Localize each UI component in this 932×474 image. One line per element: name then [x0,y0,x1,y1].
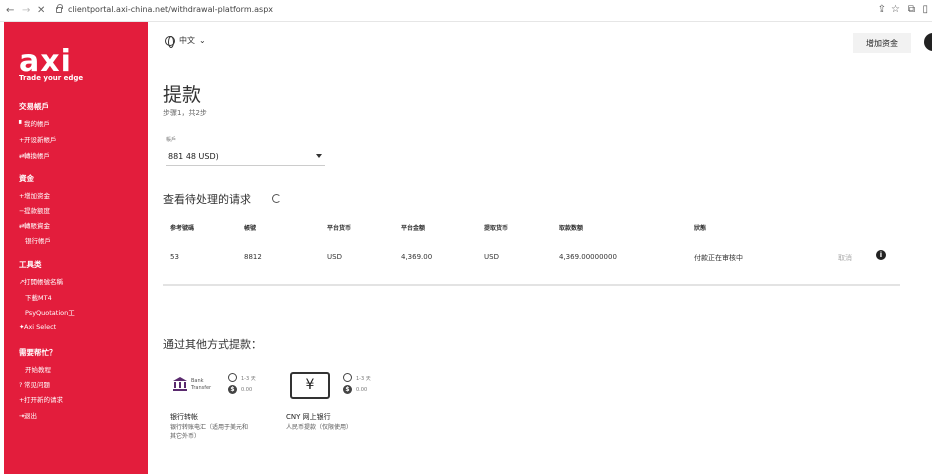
sidebar-item-label: Axi Select [24,323,57,331]
sidebar-item-label: 退出 [24,412,37,420]
method-name: CNY 网上银行 [286,413,331,421]
page-title: 提款 [163,84,202,106]
sidebar-item-label: 常见问题 [24,381,50,389]
sidebar-item-label: 轉賬資金 [24,222,50,230]
sidebar-section-help: 需要帮忙？ [19,348,57,357]
sidebar-item-label: PsyQuotation工 [25,309,75,317]
forward-icon[interactable]: → [22,5,30,17]
extensions-icon[interactable]: ⧉ [908,4,915,15]
sidebar-item-label: 开设新帳戶 [24,136,57,144]
lock-icon [56,4,63,13]
cell-platform-amount: 4,369.00 [401,253,433,261]
other-methods-title: 通过其他方式提款： [163,338,262,351]
deposit-button[interactable]: 增加资金 [853,33,911,53]
share-icon[interactable]: ⇪ [878,4,886,15]
logo-tagline: Trade your edge [19,74,84,82]
browser-toolbar: ← → ✕ clientportal.axi-china.net/withdra… [0,0,932,22]
fee: 0.00 [356,387,368,393]
account-select[interactable]: 881 48 USD) [166,148,325,166]
sidebar-item-label: 我的帳戶 [24,120,50,128]
cancel-request-link[interactable]: 取消 [838,253,852,263]
sidepanel-icon[interactable]: ▯ [922,4,928,15]
column-header-platform-amount: 平台金额 [401,225,426,232]
sidebar-item-convert-account[interactable]: ⇄轉換帳戶 [19,150,50,160]
column-header-status: 狀態 [694,225,707,232]
processing-time: 1-3 天 [356,376,371,382]
sidebar-section-trading-accounts: 交易帳戶 [19,102,49,111]
cell-reference: 53 [170,253,179,261]
column-header-account: 帳號 [244,225,257,232]
sidebar-item-tutorial[interactable]: 开始教程 [25,364,51,374]
avatar[interactable] [924,33,932,51]
column-header-withdraw-currency: 提取货币 [484,225,509,232]
sidebar-item-label: 银行帳戶 [25,237,51,245]
sidebar-item-label: 开始教程 [25,366,51,374]
sidebar-item-label: 提款额度 [24,207,50,215]
sidebar-item-my-accounts[interactable]: ▘我的帳戶 [19,118,50,128]
address-bar[interactable]: clientportal.axi-china.net/withdrawal-pl… [68,5,273,14]
chevron-down-icon: ⌄ [199,36,206,45]
back-icon[interactable]: ← [6,5,14,17]
column-header-withdraw-amount: 取款数额 [559,225,584,232]
sidebar-item-transfer[interactable]: ⇄轉賬資金 [19,220,50,230]
cell-withdraw-currency: USD [484,253,499,261]
sidebar: axi Trade your edge 交易帳戶 ▘我的帳戶 +开设新帳戶 ⇄轉… [4,22,148,474]
account-label: 帳戶 [166,137,177,143]
sidebar-item-label: 打開帳號名稱 [24,278,63,286]
step-indicator: 步骤1，共2步 [163,109,207,117]
sidebar-item-label: 轉換帳戶 [24,152,50,160]
language-label: 中文 [179,36,195,45]
sidebar-item-new-request[interactable]: +打开新的请求 [19,394,63,404]
bank-transfer-logo-text: Bank Transfer [191,378,212,391]
sidebar-item-label: 下載MT4 [25,294,52,302]
cell-status: 付款正在审核中 [694,254,743,262]
cell-withdraw-amount: 4,369.00000000 [559,253,617,261]
close-icon[interactable]: ✕ [37,5,45,17]
info-icon[interactable]: i [876,250,886,260]
dollar-coin-icon: $ [343,385,352,394]
cell-platform-currency: USD [327,253,342,261]
clock-icon [343,373,352,382]
method-description: 人民币提款（仅限使用） [286,424,353,431]
divider [163,284,900,286]
column-header-reference: 参考號碼 [170,225,195,232]
sidebar-section-funds: 資金 [19,174,34,183]
pending-requests-title: 查看待处理的请求 [163,193,251,206]
sidebar-item-logout[interactable]: ⇥退出 [19,410,37,420]
sidebar-item-open-account-name[interactable]: ↗打開帳號名稱 [19,276,63,286]
sidebar-item-deposit[interactable]: +增加资金 [19,190,50,200]
method-name: 银行转帐 [170,413,198,421]
bank-icon [173,377,187,391]
sidebar-item-withdraw[interactable]: −提款额度 [19,205,50,215]
sidebar-item-download-mt4[interactable]: 下載MT4 [25,292,52,302]
clock-icon [228,373,237,382]
globe-icon [165,35,175,48]
processing-time: 1-3 天 [241,376,256,382]
method-description: 银行转账电汇（适用于美元和其它外币） [170,424,249,440]
column-header-platform-currency: 平台货币 [327,225,352,232]
sidebar-section-tools: 工具类 [19,260,42,269]
sidebar-item-axi-select[interactable]: ✦Axi Select [19,323,56,331]
sidebar-item-open-account[interactable]: +开设新帳戶 [19,134,57,144]
language-selector[interactable]: 中文 ⌄ [165,35,206,48]
sidebar-item-psyquotation[interactable]: PsyQuotation工 [25,307,75,317]
caret-down-icon [316,154,322,158]
dollar-coin-icon: $ [228,385,237,394]
refresh-icon[interactable] [272,194,281,203]
sidebar-item-label: 增加资金 [24,192,50,200]
sidebar-item-bank-accounts[interactable]: 银行帳戶 [25,235,51,245]
yen-icon: ¥ [290,372,330,399]
account-select-value: 881 48 USD) [168,152,219,161]
sidebar-item-label: 打开新的请求 [24,396,63,404]
sidebar-item-faq[interactable]: ? 常见问题 [19,379,50,389]
fee: 0.00 [241,387,253,393]
bookmark-star-icon[interactable]: ☆ [891,4,900,15]
cell-account: 8812 [244,253,262,261]
